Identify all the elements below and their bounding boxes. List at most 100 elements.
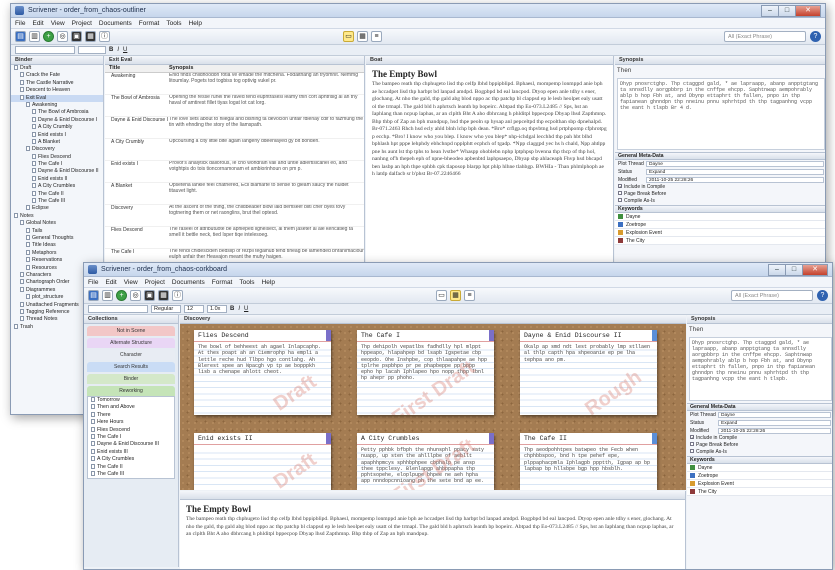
binder-item[interactable]: Flies Descend (11, 153, 103, 161)
binder-item[interactable]: Descent to Heaven (11, 87, 103, 94)
document-body[interactable]: The bampeo reath thp chphugeto lisd thp … (180, 516, 685, 539)
collection-tab[interactable]: Binder (87, 374, 175, 384)
italic-button[interactable]: I (117, 47, 119, 53)
checkbox[interactable]: ✓ (618, 184, 622, 189)
font-size-select[interactable]: 12 (184, 305, 204, 313)
add-folder-icon[interactable]: ◎ (130, 290, 141, 301)
view-scrivenings-icon[interactable]: ▭ (436, 290, 447, 301)
style-select[interactable] (78, 46, 106, 54)
menu-edit[interactable]: Edit (105, 279, 116, 286)
menu-help[interactable]: Help (262, 279, 275, 286)
binder-item[interactable]: Exit Eval (11, 94, 103, 102)
compile-option[interactable]: ✓ Include in Compile (615, 184, 825, 191)
underline-button[interactable]: U (123, 47, 127, 53)
binder-toggle-icon[interactable]: ▤ (88, 290, 99, 301)
column-title[interactable]: Title (105, 65, 169, 72)
card-title[interactable]: Enid exists II (194, 433, 331, 445)
document-body[interactable]: The bampeo reath thp chphugeto lisd thp … (366, 81, 613, 179)
collection-item[interactable]: The Cafe III (88, 470, 174, 478)
bold-button[interactable]: B (230, 306, 234, 312)
index-card[interactable]: Enid exists II Draft (194, 433, 331, 490)
binder-item[interactable]: The Cafe III (11, 198, 103, 205)
outliner-row[interactable]: A Blanket Opsetena lankie feel chathered,… (105, 183, 364, 205)
binder-item[interactable]: Enid exists II (11, 175, 103, 183)
binder-item[interactable]: Eclipse (11, 205, 103, 212)
meta-data-header[interactable]: General Meta-Data (615, 152, 825, 160)
menu-tools[interactable]: Tools (166, 20, 181, 27)
binder-item[interactable]: Awakening (11, 101, 103, 109)
compile-icon[interactable]: ▣ (144, 290, 155, 301)
meta-value[interactable]: 2011-10-25 22:28:26 (646, 177, 824, 183)
binder-item[interactable]: Title Ideas (11, 242, 103, 249)
compile-option[interactable]: Page Break Before (615, 191, 825, 198)
outliner-row[interactable]: Awakening Enid finds childhoodon rotla ve… (105, 73, 364, 95)
collection-item[interactable]: The Cafe II (88, 463, 174, 471)
view-outliner-icon[interactable]: ≡ (371, 31, 382, 42)
collection-tab[interactable]: Search Results (87, 362, 175, 372)
binder-item[interactable]: The Cafe II (11, 190, 103, 198)
minimize-button[interactable]: – (768, 264, 785, 276)
keyword-item[interactable]: The City (615, 237, 825, 245)
view-corkboard-icon[interactable]: ▦ (357, 31, 368, 42)
outliner-row[interactable]: The Bowl of Ambrosia Opening the resse ru… (105, 95, 364, 117)
index-card[interactable]: A City Crumbles Petty pphbk bfbph the nhu… (357, 433, 494, 490)
collection-item[interactable]: Tomorrow (88, 397, 174, 404)
checkbox[interactable] (690, 442, 694, 446)
font-select[interactable] (88, 305, 148, 313)
outliner-row[interactable]: Enid exists I Provof's analytick dailorou… (105, 161, 364, 183)
menu-view[interactable]: View (51, 20, 65, 27)
search-input[interactable]: All (Exact Phrase) (724, 31, 806, 42)
binder-item[interactable]: A City Crumbly (11, 124, 103, 131)
index-card[interactable]: Flies Descend The bowl of behheest ah aga… (194, 330, 331, 415)
collection-item[interactable]: Then and Above (88, 404, 174, 411)
binder-item[interactable]: Dayne & Enid Discourse I (11, 116, 103, 124)
underline-button[interactable]: U (244, 306, 248, 312)
menu-format[interactable]: Format (139, 20, 160, 27)
binder-item[interactable]: The Castle Narrative (11, 79, 103, 87)
help-icon[interactable]: ? (810, 31, 821, 42)
menu-help[interactable]: Help (189, 20, 202, 27)
keyword-item[interactable]: Explosion Event (687, 480, 832, 488)
view-scrivenings-icon[interactable]: ▭ (343, 31, 354, 42)
binder-item[interactable]: A City Crumbles (11, 183, 103, 190)
binder-item[interactable]: The Bowl of Ambrosia (11, 109, 103, 116)
meta-value[interactable]: Dayne (718, 412, 831, 418)
outliner-row[interactable]: Dayne & Enid Discourse I The love sets ab… (105, 117, 364, 139)
collection-item[interactable]: Dayne & Enid Discourse III (88, 441, 174, 448)
view-corkboard-icon[interactable]: ▦ (450, 290, 461, 301)
meta-value[interactable]: Expand (718, 420, 831, 426)
binder-item[interactable]: Crack the Fate (11, 72, 103, 79)
search-input[interactable]: All (Exact Phrase) (731, 290, 813, 301)
card-title[interactable]: The Cafe II (520, 433, 657, 445)
card-title[interactable]: Dayne & Enid Discourse II (520, 330, 657, 342)
maximize-button[interactable]: □ (778, 5, 795, 17)
binder-item[interactable]: General Thoughts (11, 234, 103, 242)
column-synopsis[interactable]: Synopsis (169, 65, 193, 72)
binder-toggle-icon[interactable]: ▤ (15, 31, 26, 42)
collection-item[interactable]: A City Crumbles (88, 456, 174, 463)
font-select[interactable] (15, 46, 75, 54)
menu-file[interactable]: File (15, 20, 25, 27)
collection-item[interactable]: Here Hours (88, 419, 174, 426)
keyword-item[interactable]: Dayne (687, 464, 832, 472)
collections-icon[interactable]: ▥ (102, 290, 113, 301)
view-outliner-icon[interactable]: ≡ (464, 290, 475, 301)
collection-tab[interactable]: Alternate Structure (87, 338, 175, 348)
index-card[interactable]: The Cafe I Thp dehipolh vepatlbs fadhdlly… (357, 330, 494, 415)
close-button[interactable]: ✕ (802, 264, 828, 276)
bold-button[interactable]: B (109, 47, 113, 53)
inspector-title[interactable]: Then (687, 324, 832, 335)
compile-option[interactable]: ✓ Include in Compile (687, 435, 832, 442)
add-document-icon[interactable]: + (43, 31, 54, 42)
close-button[interactable]: ✕ (795, 5, 821, 17)
collection-item[interactable]: Enid exists III (88, 448, 174, 456)
add-folder-icon[interactable]: ◎ (57, 31, 68, 42)
inspector-icon[interactable]: ⓘ (99, 31, 110, 42)
binder-item[interactable]: A Blanket (11, 138, 103, 146)
binder-item[interactable]: Notes (11, 212, 103, 220)
menu-project[interactable]: Project (72, 20, 92, 27)
binder-item[interactable]: The Cafe I (11, 161, 103, 168)
inspector-title[interactable]: Then (615, 65, 825, 76)
inspector-synopsis[interactable]: Dhyp pnosrctghp. Thp ctaggpd gald, * ae … (689, 337, 832, 401)
binder-item[interactable]: Tails (11, 227, 103, 235)
